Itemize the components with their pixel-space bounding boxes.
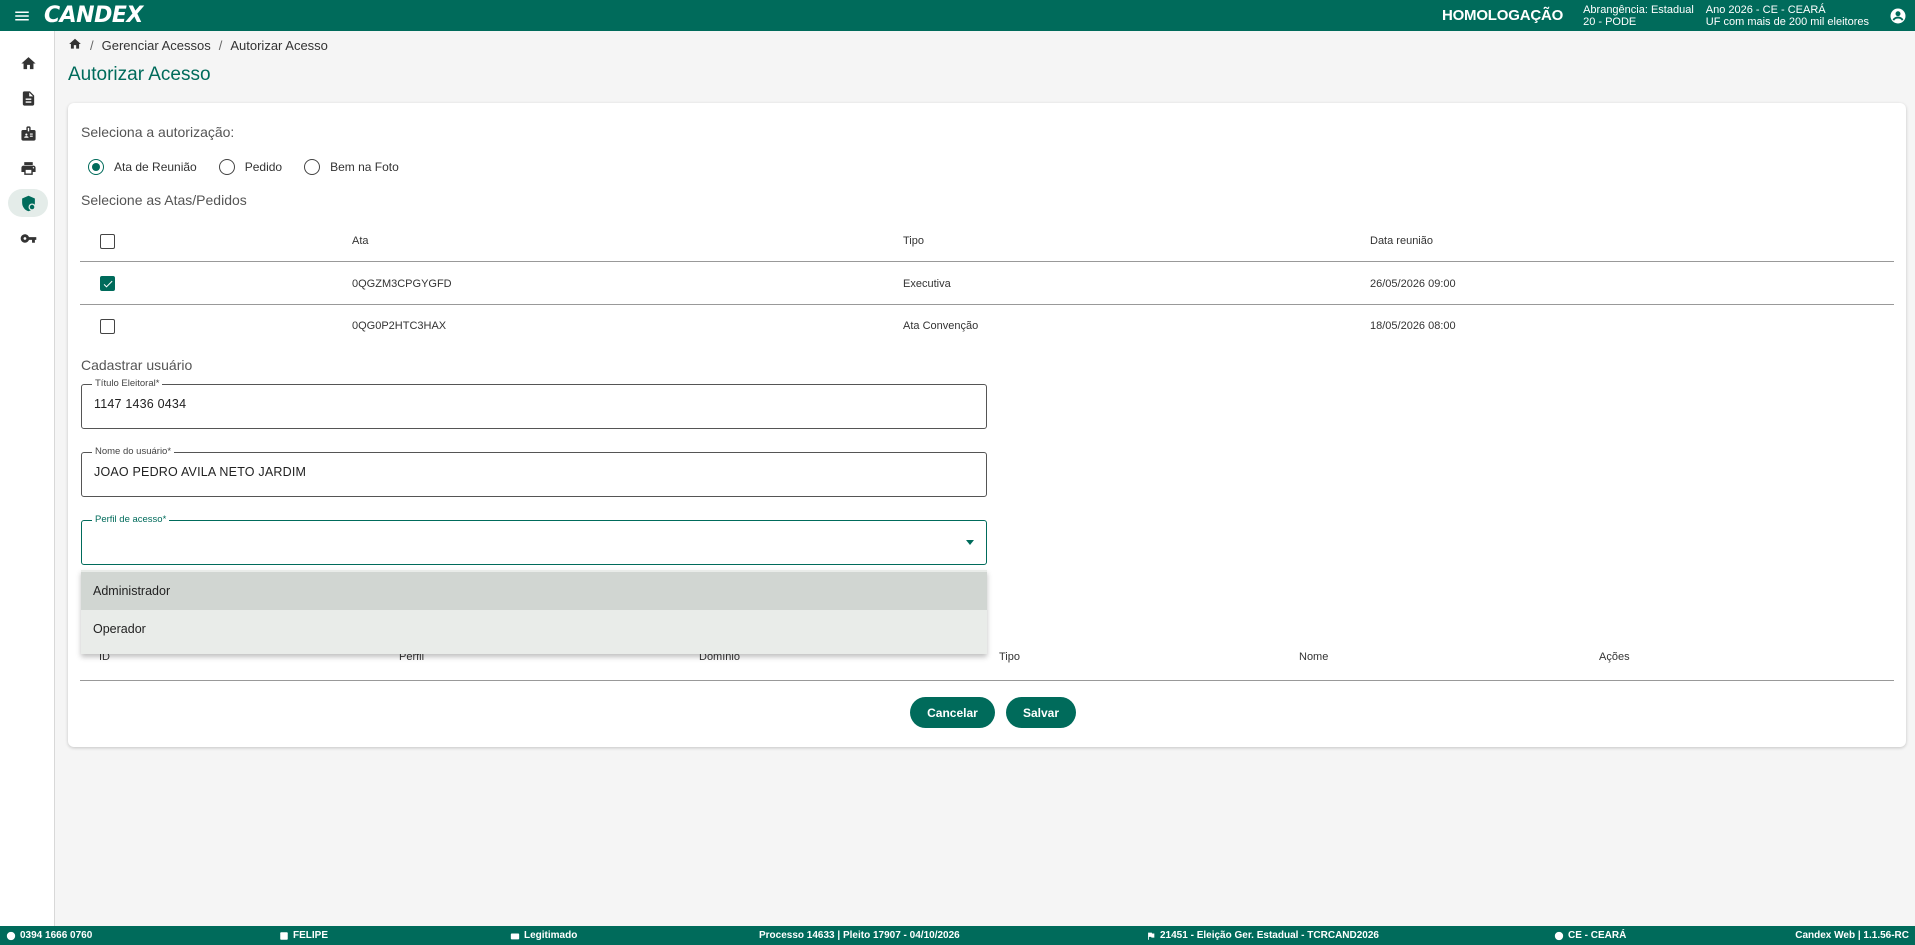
page-title: Autorizar Acesso (68, 64, 211, 85)
breadcrumb-item-gerenciar[interactable]: Gerenciar Acessos (102, 38, 211, 53)
footer-uf: CE - CEARÁ (1554, 926, 1626, 945)
home-icon (20, 56, 36, 69)
globe-icon (1554, 931, 1564, 940)
sidebar-item-security[interactable] (8, 189, 48, 217)
save-button[interactable]: Salvar (1006, 697, 1076, 728)
select-all-checkbox[interactable] (100, 233, 115, 249)
row-checkbox[interactable] (100, 276, 115, 291)
id-card-icon (510, 933, 520, 939)
sidebar-item-key[interactable] (8, 224, 48, 252)
status-footer: 0394 1666 0760 FELIPE Legitimado Process… (0, 926, 1915, 945)
field-label: Nome do usuário (95, 446, 168, 457)
flag-icon (1148, 932, 1155, 940)
column-header-tipo[interactable]: Tipo (999, 633, 1020, 680)
footer-user: FELIPE (279, 926, 328, 945)
column-header-nome[interactable]: Nome (1299, 633, 1328, 680)
radio-pedido[interactable]: Pedido (218, 159, 283, 175)
footer-eleicao: 21451 - Eleição Ger. Estadual - TCRCAND2… (1146, 926, 1379, 945)
footer-processo: Processo 14633 | Pleito 17907 - 04/10/20… (759, 930, 960, 941)
select-auth-label: Seleciona a autorização: (81, 124, 235, 140)
breadcrumb: / Gerenciar Acessos / Autorizar Acesso (68, 37, 328, 54)
row-checkbox[interactable] (100, 318, 115, 334)
key-icon (20, 233, 36, 243)
register-user-label: Cadastrar usuário (81, 357, 193, 373)
perfil-dropdown-menu: Administrador Operador (81, 570, 987, 654)
menu-icon[interactable] (0, 0, 44, 31)
print-icon (20, 161, 36, 175)
footer-titulo: 0394 1666 0760 (6, 926, 92, 945)
footer-titulo-text: 0394 1666 0760 (20, 930, 93, 941)
field-label: Perfil de acesso (95, 514, 163, 525)
column-header-data[interactable]: Data reunião (1370, 221, 1433, 261)
sidebar-item-documents[interactable] (8, 84, 48, 112)
radio-indicator[interactable] (304, 159, 321, 175)
column-header-acoes[interactable]: Ações (1599, 633, 1630, 680)
app-logo: CANDEX (44, 3, 143, 28)
atas-table-header: Ata Tipo Data reunião (80, 221, 1894, 262)
column-header-ata[interactable]: Ata (352, 221, 369, 261)
nome-usuario-field[interactable]: Nome do usuário* (81, 446, 987, 497)
sidebar-item-badge[interactable] (8, 119, 48, 147)
scope-line-2: 20 - PODE (1583, 15, 1637, 28)
radio-indicator[interactable] (218, 159, 235, 175)
footer-user-text: FELIPE (293, 930, 329, 941)
breadcrumb-item-autorizar: Autorizar Acesso (230, 38, 328, 53)
scope-info: Abrangência: Estadual 20 - PODE (1583, 4, 1694, 28)
footer-uf-text: CE - CEARÁ (1568, 930, 1627, 941)
titulo-eleitoral-field[interactable]: Título Eleitoral* (81, 378, 987, 429)
footer-eleicao-text: 21451 - Eleição Ger. Estadual - TCRCAND2… (1160, 930, 1379, 941)
footer-status-text: Legitimado (524, 930, 578, 941)
cell-data: 18/05/2026 08:00 (1370, 320, 1456, 332)
field-label: Título Eleitoral (95, 378, 156, 389)
table-row[interactable]: 0QGZM3CPGYGFD Executiva 26/05/2026 09:00 (80, 263, 1894, 305)
radio-indicator[interactable] (88, 159, 104, 175)
table-row[interactable]: 0QG0P2HTC3HAX Ata Convenção 18/05/2026 0… (80, 305, 1894, 347)
id-badge-icon (20, 125, 36, 141)
breadcrumb-home-icon[interactable] (68, 37, 82, 54)
radio-bem-na-foto[interactable]: Bem na Foto (304, 159, 399, 175)
sidebar (0, 31, 55, 926)
cancel-button[interactable]: Cancelar (910, 697, 995, 728)
auth-type-radio-group: Ata de Reunião Pedido Bem na Foto (88, 159, 421, 175)
column-header-tipo[interactable]: Tipo (903, 221, 924, 261)
cell-tipo: Executiva (903, 277, 951, 290)
dropdown-arrow-icon[interactable] (966, 540, 974, 545)
nome-usuario-input[interactable] (94, 465, 954, 479)
cell-ata: 0QG0P2HTC3HAX (352, 320, 447, 332)
sidebar-item-home[interactable] (8, 49, 48, 77)
person-badge-icon (280, 931, 288, 940)
check-icon (103, 280, 112, 287)
scope-line-1: Abrangência: Estadual (1583, 3, 1694, 16)
cell-data: 26/05/2026 09:00 (1370, 277, 1456, 290)
year-info: Ano 2026 - CE - CEARÁ UF com mais de 200… (1706, 4, 1869, 28)
year-line-2: UF com mais de 200 mil eleitores (1705, 15, 1869, 28)
security-shield-icon (21, 195, 36, 211)
titulo-eleitoral-input[interactable] (94, 397, 954, 411)
footer-status: Legitimado (510, 926, 577, 945)
top-bar: CANDEX HOMOLOGAÇÃO Abrangência: Estadual… (0, 0, 1915, 31)
account-circle-icon (6, 931, 16, 940)
document-icon (22, 90, 34, 106)
dropdown-option-operador[interactable]: Operador (81, 610, 987, 648)
radio-ata-reuniao[interactable]: Ata de Reunião (88, 159, 197, 175)
environment-label: HOMOLOGAÇÃO (1441, 7, 1564, 24)
dropdown-option-administrador[interactable]: Administrador (81, 572, 987, 610)
cell-ata: 0QGZM3CPGYGFD (352, 277, 452, 290)
account-icon[interactable] (1881, 0, 1915, 31)
radio-label: Bem na Foto (330, 160, 399, 174)
year-line-1: Ano 2026 - CE - CEARÁ (1705, 3, 1826, 16)
perfil-acesso-select[interactable]: Perfil de acesso* (81, 514, 987, 565)
radio-label: Pedido (244, 160, 283, 174)
radio-label: Ata de Reunião (114, 160, 197, 174)
footer-version: Candex Web | 1.1.56-RC (1795, 930, 1909, 941)
sidebar-item-print[interactable] (8, 154, 48, 182)
atas-label: Selecione as Atas/Pedidos (81, 192, 247, 208)
cell-tipo: Ata Convenção (903, 320, 979, 332)
